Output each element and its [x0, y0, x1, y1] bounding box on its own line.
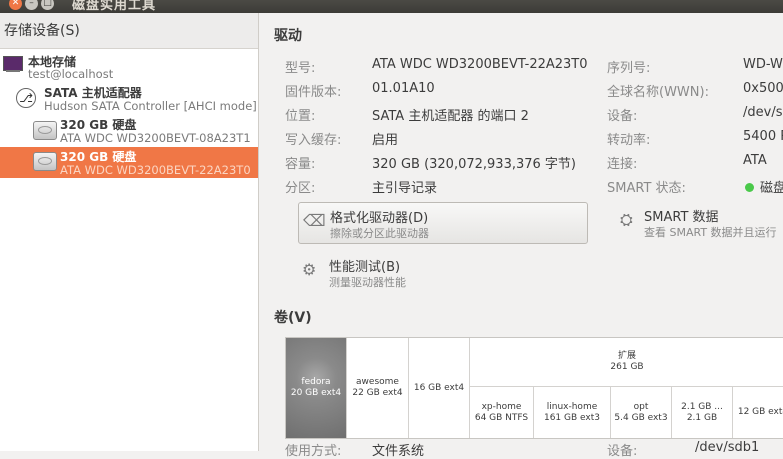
volume-name: opt: [633, 401, 649, 412]
volume-size: 5.4 GB ext3: [614, 412, 668, 423]
device-label: 设备:: [607, 109, 638, 124]
volume-2gb[interactable]: 2.1 GB ... 2.1 GB: [672, 387, 733, 438]
volume-map: fedora 20 GB ext4 awesome 22 GB ext4 16 …: [285, 337, 783, 439]
benchmark-icon: ⚙: [302, 260, 317, 279]
usage-value: 文件系统: [372, 444, 425, 459]
window-title: 磁盘实用工具: [72, 0, 157, 13]
tree-item-sublabel: ATA WDC WD3200BEVT-08A23T1: [60, 131, 251, 145]
partitioning-value: 主引导记录: [372, 181, 438, 196]
volume-opt[interactable]: opt 5.4 GB ext3: [611, 387, 672, 438]
rotation-rate-value: 5400 R: [743, 129, 783, 144]
usage-label: 使用方式:: [285, 444, 342, 459]
volume-size: 2.1 GB: [686, 412, 718, 423]
smart-status-text: 磁盘: [760, 181, 783, 196]
drive-section-title: 驱动: [274, 28, 302, 44]
smart-status-value: 磁盘: [745, 177, 783, 196]
benchmark-desc: 测量驱动器性能: [329, 276, 406, 289]
capacity-label: 容量:: [285, 157, 316, 172]
tree-item-hard-disk-1[interactable]: 320 GB 硬盘 ATA WDC WD3200BEVT-08A23T1: [0, 115, 258, 147]
write-cache-value: 启用: [372, 133, 399, 148]
computer-stand-icon: [6, 70, 20, 72]
minimize-window-button[interactable]: –: [25, 0, 38, 10]
volume-fedora[interactable]: fedora 20 GB ext4: [286, 338, 347, 438]
title-bar: ✕ – □ 磁盘实用工具: [0, 0, 783, 13]
firmware-value: 01.01A10: [372, 81, 435, 96]
volume-name: linux-home: [546, 401, 598, 412]
volume-16gb[interactable]: 16 GB ext4: [409, 338, 470, 438]
connection-value: ATA: [743, 153, 767, 168]
maximize-window-button[interactable]: □: [41, 0, 54, 10]
serial-value: WD-W: [743, 57, 783, 72]
volume-device-value: /dev/sdb1: [695, 440, 760, 455]
storage-device-pane: 存储设备(S) 本地存储 test@localhost ⎇ SATA 主机适配器…: [0, 13, 259, 451]
location-label: 位置:: [285, 109, 316, 124]
volume-name: fedora: [301, 377, 331, 387]
format-drive-desc: 擦除或分区此驱动器: [330, 227, 429, 240]
computer-icon: [3, 56, 23, 71]
write-cache-label: 写入缓存:: [285, 133, 342, 148]
device-value: /dev/s: [743, 105, 783, 120]
smart-data-button[interactable]: ⛭ SMART 数据 查看 SMART 数据并且运行: [616, 202, 783, 242]
volume-awesome[interactable]: awesome 22 GB ext4: [347, 338, 409, 438]
storage-devices-header: 存储设备(S): [0, 13, 258, 49]
connection-label: 连接:: [607, 157, 638, 172]
hard-disk-icon: [33, 121, 57, 140]
format-drive-icon: ⌫: [303, 211, 326, 230]
format-drive-title: 格式化驱动器(D): [330, 211, 429, 226]
volume-12gb[interactable]: 12 GB ext4: [733, 387, 783, 438]
tree-item-sublabel: Hudson SATA Controller [AHCI mode]: [44, 99, 257, 113]
volume-size: 12 GB ext4: [737, 407, 783, 417]
volumes-section-title: 卷(V): [274, 310, 312, 326]
model-value: ATA WDC WD3200BEVT-22A23T0: [372, 57, 588, 72]
serial-label: 序列号:: [607, 61, 651, 76]
tree-item-sublabel: test@localhost: [28, 67, 114, 81]
volume-xp-home[interactable]: xp-home 64 GB NTFS: [470, 387, 534, 438]
benchmark-title: 性能测试(B): [329, 260, 401, 275]
wwn-value: 0x500: [743, 81, 783, 96]
volume-name: awesome: [356, 377, 399, 387]
location-value: SATA 主机适配器 的端口 2: [372, 109, 529, 124]
usb-connector-icon: ⎇: [16, 88, 36, 108]
volume-size: 161 GB ext3: [543, 412, 600, 423]
volume-size: 16 GB ext4: [413, 382, 465, 393]
smart-data-desc: 查看 SMART 数据并且运行: [644, 226, 777, 239]
volume-extended[interactable]: 扩展 261 GB: [470, 338, 783, 387]
tree-item-hard-disk-2[interactable]: 320 GB 硬盘 ATA WDC WD3200BEVT-22A23T0: [0, 147, 258, 178]
volume-size: 64 GB NTFS: [474, 412, 529, 423]
format-drive-button[interactable]: ⌫ 格式化驱动器(D) 擦除或分区此驱动器: [298, 202, 588, 244]
capacity-value: 320 GB (320,072,933,376 字节): [372, 157, 576, 172]
smart-data-icon: ⛭: [620, 210, 633, 229]
benchmark-button[interactable]: ⚙ 性能测试(B) 测量驱动器性能: [298, 252, 586, 292]
tree-item-sublabel: ATA WDC WD3200BEVT-22A23T0: [60, 163, 251, 177]
tree-item-local-storage[interactable]: 本地存储 test@localhost: [0, 51, 258, 83]
tree-item-sata-controller[interactable]: ⎇ SATA 主机适配器 Hudson SATA Controller [AHC…: [0, 83, 258, 115]
smart-data-title: SMART 数据: [644, 210, 719, 225]
volume-name: xp-home: [481, 401, 522, 412]
volume-size: 261 GB: [610, 362, 644, 372]
volume-size: 22 GB ext4: [352, 388, 403, 398]
volume-linux-home[interactable]: linux-home 161 GB ext3: [534, 387, 611, 438]
close-window-button[interactable]: ✕: [9, 0, 22, 10]
smart-status-label: SMART 状态:: [607, 181, 686, 196]
volume-device-label: 设备:: [607, 444, 638, 459]
hard-disk-icon: [33, 152, 57, 171]
rotation-rate-label: 转动率:: [607, 133, 651, 148]
status-ok-icon: [745, 183, 754, 192]
wwn-label: 全球名称(WWN):: [607, 85, 709, 100]
firmware-label: 固件版本:: [285, 85, 342, 100]
volume-name: 扩展: [617, 351, 636, 361]
model-label: 型号:: [285, 61, 316, 76]
volume-size: 20 GB ext4: [290, 388, 342, 398]
volume-name: 2.1 GB ...: [681, 401, 723, 412]
partitioning-label: 分区:: [285, 181, 316, 196]
